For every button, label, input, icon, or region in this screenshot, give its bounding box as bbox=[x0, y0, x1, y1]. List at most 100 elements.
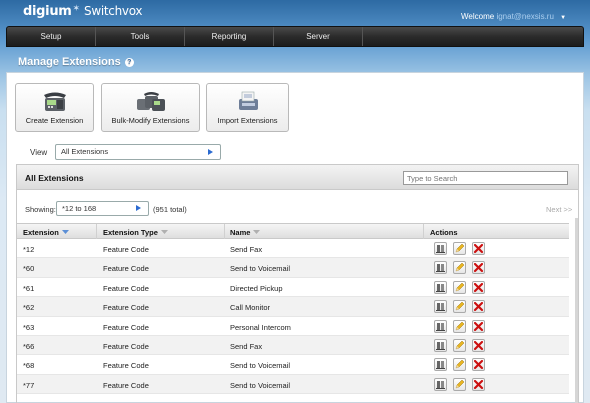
edit-pencil-icon bbox=[455, 359, 465, 369]
delete-button[interactable] bbox=[472, 319, 485, 333]
phone-icon bbox=[43, 92, 66, 111]
cell-extension: *60 bbox=[23, 264, 35, 274]
delete-button[interactable] bbox=[472, 280, 485, 294]
table-row[interactable]: *77 Feature Code Send to Voicemail bbox=[17, 374, 569, 395]
sort-icon bbox=[253, 230, 261, 234]
chevron-down-icon[interactable]: ▼ bbox=[560, 15, 566, 21]
extensions-table: Extension Extension Type Name Actions *1… bbox=[17, 223, 569, 395]
showing-select-value: *12 to 168 bbox=[62, 204, 97, 213]
cell-name: Send Fax bbox=[230, 341, 263, 351]
view-select-value: All Extensions bbox=[61, 147, 109, 156]
details-button[interactable] bbox=[434, 261, 447, 275]
details-button[interactable] bbox=[434, 338, 447, 352]
cell-extension: *66 bbox=[23, 341, 35, 351]
column-header-extension-label: Extension bbox=[23, 228, 59, 237]
cell-type: Feature Code bbox=[103, 341, 149, 351]
cell-name: Send to Voicemail bbox=[230, 380, 291, 390]
table-row[interactable]: *66 Feature Code Send Fax bbox=[17, 335, 569, 356]
nav-reporting[interactable]: Reporting bbox=[185, 27, 274, 46]
scrollbar[interactable] bbox=[575, 218, 578, 403]
sort-icon bbox=[160, 230, 168, 234]
details-button[interactable] bbox=[434, 358, 447, 372]
star-icon: ✶ bbox=[72, 4, 81, 14]
delete-x-icon bbox=[473, 282, 484, 292]
cell-extension: *61 bbox=[23, 283, 35, 293]
column-divider bbox=[96, 224, 97, 240]
import-icon bbox=[238, 91, 258, 110]
edit-pencil-icon bbox=[455, 301, 465, 311]
bulk-modify-button[interactable]: Bulk-Modify Extensions bbox=[101, 83, 200, 132]
create-extension-label: Create Extension bbox=[25, 116, 84, 125]
nav-setup[interactable]: Setup bbox=[7, 27, 96, 46]
nav-server[interactable]: Server bbox=[274, 27, 363, 46]
delete-button[interactable] bbox=[472, 261, 485, 275]
details-button[interactable] bbox=[434, 300, 447, 314]
edit-pencil-icon bbox=[455, 282, 465, 292]
arrow-right-icon bbox=[136, 205, 141, 211]
delete-x-icon bbox=[473, 263, 484, 273]
cell-name: Directed Pickup bbox=[230, 283, 283, 293]
column-divider bbox=[423, 224, 424, 240]
cell-type: Feature Code bbox=[103, 283, 149, 293]
edit-pencil-icon bbox=[455, 263, 465, 272]
edit-pencil-icon bbox=[455, 379, 465, 389]
edit-button[interactable] bbox=[453, 338, 466, 352]
edit-button[interactable] bbox=[453, 319, 466, 333]
delete-button[interactable] bbox=[472, 300, 485, 314]
import-extensions-button[interactable]: Import Extensions bbox=[206, 83, 289, 132]
welcome-menu[interactable]: Welcome ignat@nexsis.ru ▼ bbox=[461, 12, 566, 21]
details-icon bbox=[436, 341, 445, 350]
table-row[interactable]: *61 Feature Code Directed Pickup bbox=[17, 277, 569, 298]
cell-type: Feature Code bbox=[103, 264, 149, 274]
search-input[interactable] bbox=[403, 171, 568, 185]
cell-extension: *62 bbox=[23, 303, 35, 313]
table-row[interactable]: *60 Feature Code Send to Voicemail bbox=[17, 258, 569, 278]
details-button[interactable] bbox=[434, 280, 447, 294]
edit-pencil-icon bbox=[455, 340, 465, 350]
details-icon bbox=[436, 361, 445, 370]
delete-button[interactable] bbox=[472, 358, 485, 372]
table-row[interactable]: *62 Feature Code Call Monitor bbox=[17, 297, 569, 317]
edit-button[interactable] bbox=[453, 300, 466, 314]
arrow-right-icon bbox=[208, 149, 213, 155]
details-icon bbox=[436, 380, 445, 389]
details-button[interactable] bbox=[434, 377, 447, 391]
column-header-name[interactable]: Name bbox=[230, 228, 261, 237]
column-header-actions: Actions bbox=[430, 228, 458, 237]
nav-tools[interactable]: Tools bbox=[96, 27, 185, 46]
next-page-link[interactable]: Next >> bbox=[546, 205, 572, 214]
column-header-extension[interactable]: Extension bbox=[23, 228, 69, 237]
details-button[interactable] bbox=[434, 242, 447, 255]
edit-button[interactable] bbox=[453, 280, 466, 294]
edit-pencil-icon bbox=[455, 321, 465, 330]
details-icon bbox=[436, 303, 445, 312]
cell-name: Personal Intercom bbox=[230, 322, 291, 332]
cell-type: Feature Code bbox=[103, 361, 149, 371]
table-body: *12 Feature Code Send Fax *60 Feature Code Se… bbox=[17, 239, 569, 395]
main-nav: Setup Tools Reporting Server bbox=[6, 26, 584, 47]
column-header-type-label: Extension Type bbox=[103, 228, 158, 237]
table-row[interactable]: *12 Feature Code Send Fax bbox=[17, 239, 569, 259]
top-bar: digium✶ Switchvox Welcome ignat@nexsis.r… bbox=[0, 0, 590, 26]
cell-extension: *12 bbox=[23, 245, 35, 254]
table-row[interactable]: *63 Feature Code Personal Intercom bbox=[17, 316, 569, 336]
column-header-type[interactable]: Extension Type bbox=[103, 228, 168, 237]
delete-button[interactable] bbox=[472, 242, 485, 255]
edit-button[interactable] bbox=[453, 242, 466, 255]
delete-button[interactable] bbox=[472, 377, 485, 391]
showing-select[interactable]: *12 to 168 bbox=[56, 201, 149, 216]
edit-button[interactable] bbox=[453, 358, 466, 372]
edit-button[interactable] bbox=[453, 377, 466, 391]
view-select[interactable]: All Extensions bbox=[55, 144, 221, 160]
help-icon[interactable]: ? bbox=[124, 58, 134, 67]
delete-x-icon bbox=[473, 340, 484, 351]
sort-icon bbox=[61, 230, 69, 234]
details-button[interactable] bbox=[434, 319, 447, 333]
table-row[interactable]: *68 Feature Code Send to Voicemail bbox=[17, 355, 569, 375]
extensions-panel: All Extensions Showing: *12 to 168 (951 … bbox=[16, 164, 579, 403]
edit-button[interactable] bbox=[453, 261, 466, 275]
page-title: Manage Extensions? bbox=[18, 56, 134, 68]
delete-button[interactable] bbox=[472, 338, 485, 352]
bulk-modify-label: Bulk-Modify Extensions bbox=[111, 116, 190, 125]
create-extension-button[interactable]: Create Extension bbox=[15, 83, 94, 132]
